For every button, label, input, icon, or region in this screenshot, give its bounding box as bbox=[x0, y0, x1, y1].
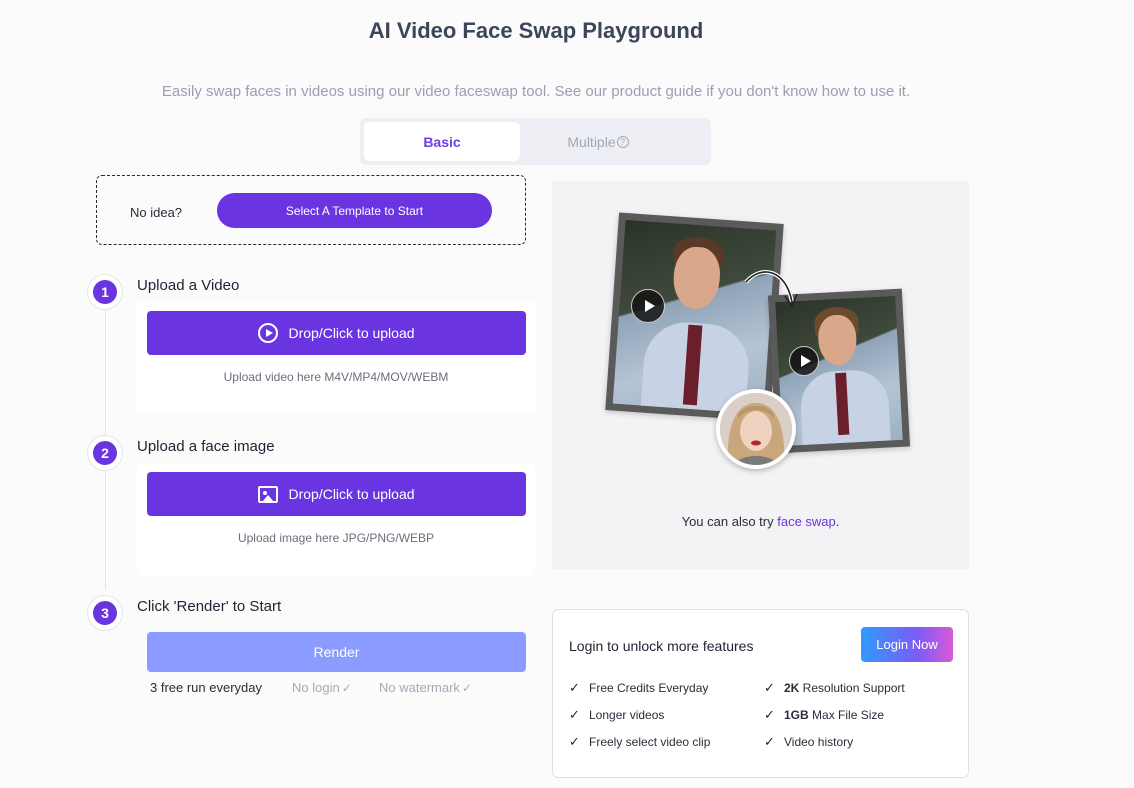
step-2-number: 2 bbox=[93, 441, 117, 465]
feature-item: ✓ Video history bbox=[764, 734, 853, 750]
image-upload-label: Drop/Click to upload bbox=[288, 486, 415, 502]
tab-basic-label: Basic bbox=[423, 133, 461, 150]
feature-label: Freely select video clip bbox=[589, 735, 711, 749]
step-2-title: Upload a face image bbox=[137, 438, 275, 455]
feature-bold: 2K bbox=[784, 681, 800, 695]
check-icon: ✓ bbox=[341, 681, 352, 695]
image-upload-button[interactable]: Drop/Click to upload bbox=[147, 472, 526, 516]
page-subtitle: Easily swap faces in videos using our vi… bbox=[161, 83, 911, 100]
also-try-suffix: . bbox=[835, 514, 840, 529]
help-icon[interactable]: ? bbox=[616, 135, 629, 148]
feature-item: ✓ Longer videos bbox=[569, 707, 664, 723]
step-1-badge: 1 bbox=[87, 274, 123, 310]
image-upload-hint: Upload image here JPG/PNG/WEBP bbox=[237, 531, 435, 545]
feature-bold: 1GB bbox=[784, 708, 809, 722]
also-try-prefix: You can also try bbox=[681, 514, 778, 529]
page-title: AI Video Face Swap Playground bbox=[368, 18, 704, 43]
feature-label: Resolution Support bbox=[799, 681, 905, 695]
image-upload-card[interactable]: Drop/Click to upload Upload image here J… bbox=[137, 463, 535, 575]
tab-multiple-label: Multiple bbox=[567, 133, 616, 150]
render-button[interactable]: Render bbox=[147, 632, 526, 672]
play-icon[interactable] bbox=[789, 346, 819, 376]
step-3-number: 3 bbox=[93, 601, 117, 625]
feature-item: ✓ Free Credits Everyday bbox=[569, 680, 708, 696]
step-3-badge: 3 bbox=[87, 595, 123, 631]
feature-item: ✓ 2K Resolution Support bbox=[764, 680, 905, 696]
step-1-number: 1 bbox=[93, 280, 117, 304]
template-box: No idea? Select A Template to Start bbox=[96, 175, 526, 245]
face-swap-link[interactable]: face swap bbox=[777, 514, 836, 529]
no-login-label: No login bbox=[292, 680, 340, 695]
check-icon: ✓ bbox=[764, 680, 775, 695]
swap-arrow-icon bbox=[744, 270, 798, 308]
check-icon: ✓ bbox=[569, 734, 580, 749]
check-icon: ✓ bbox=[764, 707, 775, 722]
login-title: Login to unlock more features bbox=[569, 638, 754, 654]
select-template-button[interactable]: Select A Template to Start bbox=[217, 193, 492, 228]
no-watermark-label: No watermark bbox=[379, 680, 460, 695]
face-avatar bbox=[716, 389, 796, 469]
video-upload-card[interactable]: Drop/Click to upload Upload video here M… bbox=[137, 302, 535, 414]
also-try-text: You can also try face swap. bbox=[552, 514, 969, 529]
step-3-title: Click 'Render' to Start bbox=[137, 598, 282, 615]
image-icon bbox=[258, 485, 279, 503]
no-idea-label: No idea? bbox=[130, 205, 183, 220]
step-1-title: Upload a Video bbox=[137, 277, 240, 294]
play-circle-icon bbox=[258, 323, 279, 343]
login-promo-box: Login to unlock more features Login Now … bbox=[552, 609, 969, 778]
feature-label: Video history bbox=[784, 735, 854, 749]
feature-label: Max File Size bbox=[808, 708, 885, 722]
no-watermark-perk: No watermark ✓ bbox=[379, 680, 472, 695]
feature-label: Free Credits Everyday bbox=[589, 681, 709, 695]
tab-multiple[interactable]: Multiple? bbox=[520, 122, 676, 161]
mode-tabs: Basic Multiple? bbox=[360, 118, 711, 165]
video-upload-button[interactable]: Drop/Click to upload bbox=[147, 311, 526, 355]
check-icon: ✓ bbox=[461, 681, 472, 695]
feature-item: ✓ Freely select video clip bbox=[569, 734, 710, 750]
step-2-badge: 2 bbox=[87, 435, 123, 471]
video-upload-hint: Upload video here M4V/MP4/MOV/WEBM bbox=[223, 370, 449, 384]
check-icon: ✓ bbox=[569, 680, 580, 695]
free-run-text: 3 free run everyday bbox=[150, 680, 263, 695]
video-upload-label: Drop/Click to upload bbox=[288, 325, 415, 341]
feature-item: ✓ 1GB Max File Size bbox=[764, 707, 884, 723]
play-icon[interactable] bbox=[631, 289, 665, 323]
tab-basic[interactable]: Basic bbox=[364, 122, 520, 161]
no-login-perk: No login ✓ bbox=[292, 680, 352, 695]
check-icon: ✓ bbox=[764, 734, 775, 749]
feature-label: Longer videos bbox=[589, 708, 665, 722]
check-icon: ✓ bbox=[569, 707, 580, 722]
login-now-button[interactable]: Login Now bbox=[861, 627, 953, 662]
